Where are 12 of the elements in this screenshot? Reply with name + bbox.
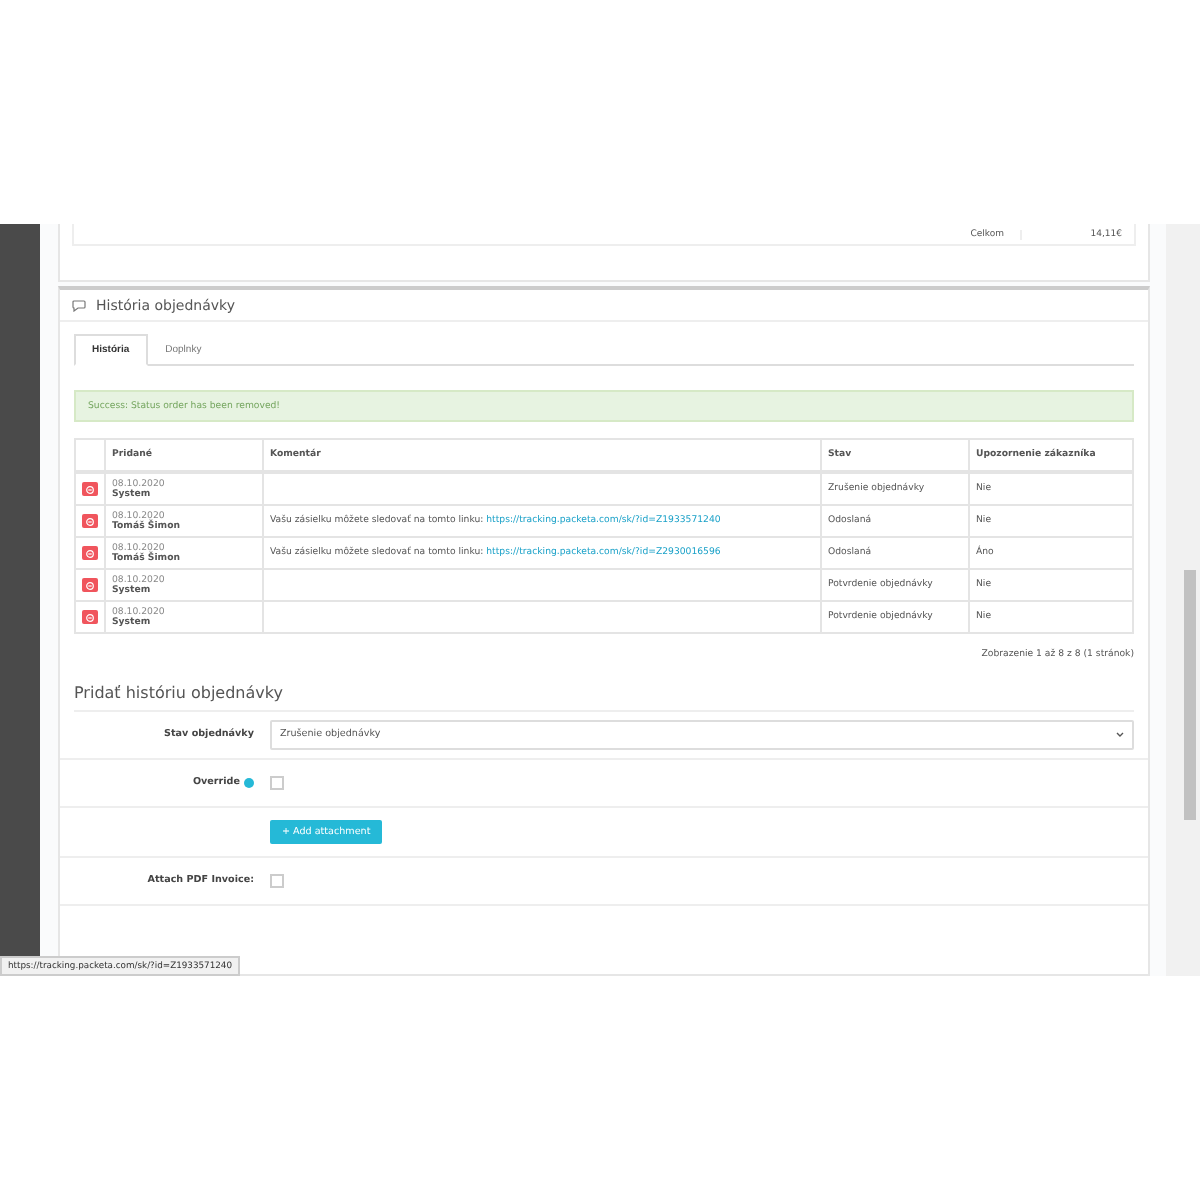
delete-button[interactable]: [82, 578, 98, 592]
scrollbar-thumb[interactable]: [1184, 570, 1196, 820]
delete-button[interactable]: [82, 546, 98, 560]
help-icon: [244, 778, 254, 788]
section-title: Pridať históriu objednávky: [74, 684, 1134, 712]
delete-button[interactable]: [82, 514, 98, 528]
attach-pdf-checkbox[interactable]: [270, 874, 284, 888]
override-checkbox[interactable]: [270, 776, 284, 790]
chevron-down-icon: [1116, 732, 1124, 738]
comment-icon: [72, 299, 86, 311]
delete-button[interactable]: [82, 610, 98, 624]
delete-button[interactable]: [82, 482, 98, 496]
